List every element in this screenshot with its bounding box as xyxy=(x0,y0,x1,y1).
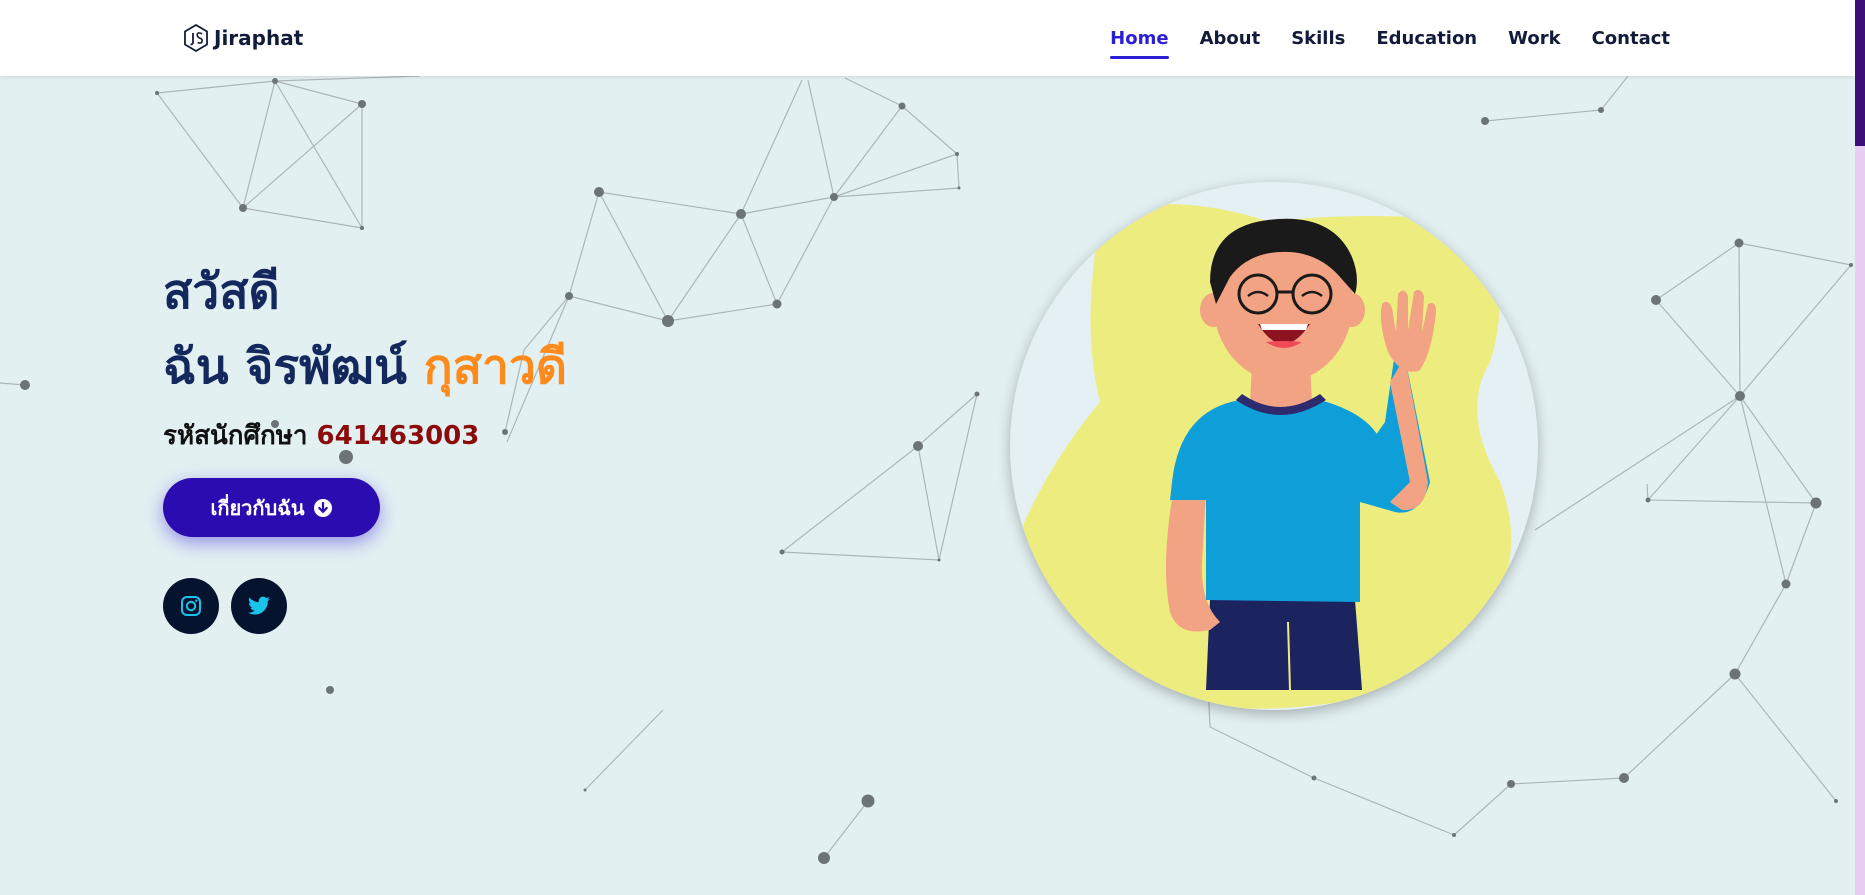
nav-skills[interactable]: Skills xyxy=(1291,24,1345,53)
student-id-label: รหัสนักศึกษา xyxy=(163,421,308,451)
about-me-button-label: เกี่ยวกับฉัน xyxy=(210,495,305,520)
hero-intro: สวัสดี ฉัน จิรพัฒน์ กุสาวดี รหัสนักศึกษา… xyxy=(163,255,567,634)
hero-greeting: สวัสดี xyxy=(163,264,280,320)
social-links xyxy=(163,578,567,634)
brand-link[interactable]: Jiraphat xyxy=(182,20,303,56)
hero-first-name: ฉัน จิรพัฒน์ xyxy=(163,339,407,395)
nav-contact[interactable]: Contact xyxy=(1592,24,1670,53)
student-id-line: รหัสนักศึกษา 641463003 xyxy=(163,415,567,456)
twitter-link[interactable] xyxy=(231,578,287,634)
nodejs-hex-icon xyxy=(184,23,208,53)
top-navbar: Jiraphat Home About Skills Education Wor… xyxy=(0,0,1855,76)
instagram-link[interactable] xyxy=(163,578,219,634)
nav-work[interactable]: Work xyxy=(1508,24,1560,53)
hero-avatar-frame xyxy=(1010,182,1538,710)
twitter-icon xyxy=(248,596,270,615)
main-nav: Home About Skills Education Work Contact xyxy=(1110,0,1670,76)
scrollbar-thumb[interactable] xyxy=(1855,0,1865,146)
nav-education[interactable]: Education xyxy=(1376,24,1477,53)
instagram-icon xyxy=(181,596,201,616)
brand-name: Jiraphat xyxy=(214,26,304,50)
arrow-down-circle-icon xyxy=(313,498,332,517)
hero-name: ฉัน จิรพัฒน์ กุสาวดี xyxy=(163,330,567,405)
nav-about[interactable]: About xyxy=(1200,24,1261,53)
nav-home[interactable]: Home xyxy=(1110,24,1169,59)
hero-surname: กุสาวดี xyxy=(423,339,568,395)
waving-boy-illustration xyxy=(1020,204,1512,709)
student-id-value: 641463003 xyxy=(316,421,480,451)
about-me-button[interactable]: เกี่ยวกับฉัน xyxy=(163,478,380,537)
